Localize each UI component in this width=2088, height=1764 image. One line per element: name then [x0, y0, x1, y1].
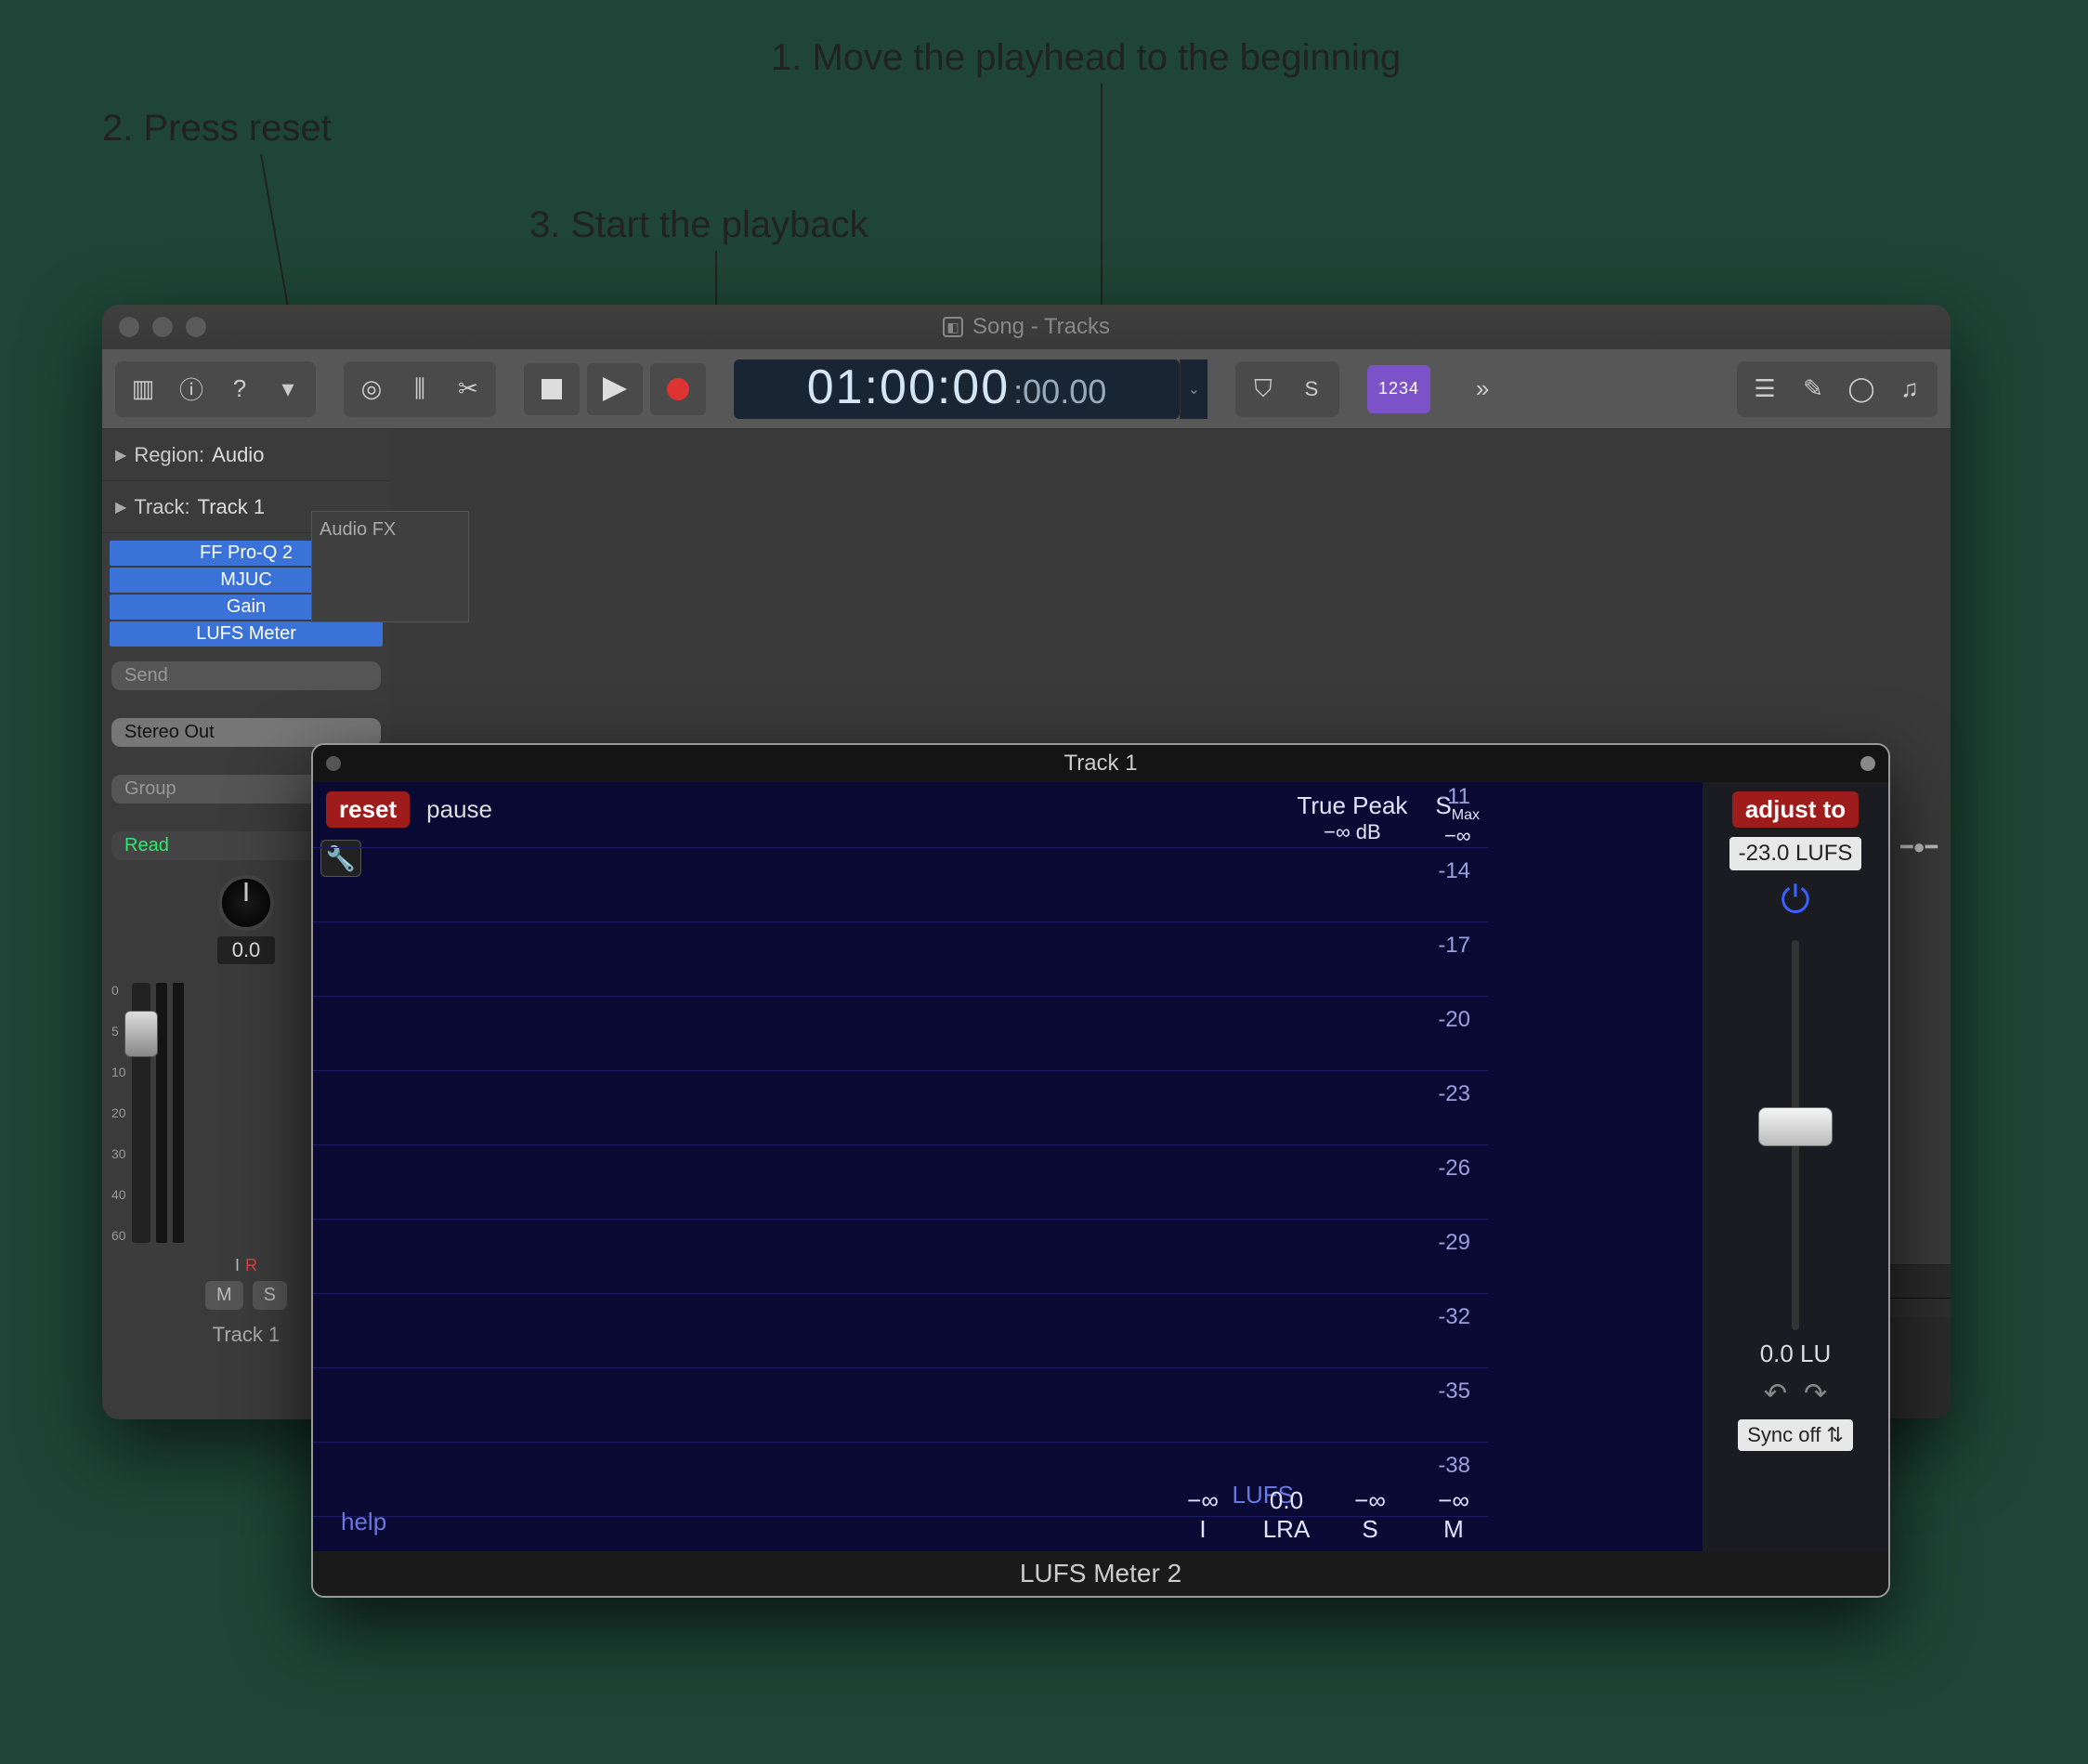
smax-value: −∞ — [1444, 824, 1471, 848]
pan-knob[interactable] — [218, 875, 274, 931]
quick-help-button[interactable]: ? — [215, 365, 264, 413]
library-button[interactable]: ▥ — [119, 365, 167, 413]
redo-button[interactable]: ↷ — [1804, 1378, 1827, 1410]
track-value: Track 1 — [198, 495, 266, 519]
window-title: Song - Tracks — [972, 314, 1110, 340]
mixer-button[interactable]: ⫼ — [396, 365, 444, 413]
window-traffic-lights[interactable] — [102, 317, 206, 337]
track-label: Track: — [134, 495, 189, 519]
plugin-window: Track 1 reset pause 🔧 True Peak −∞ dB S M… — [311, 743, 1890, 1598]
scale-label: -38 — [1438, 1453, 1470, 1479]
lcd-display[interactable]: 01:00:00 :00.00 — [734, 359, 1180, 419]
gain-fader[interactable] — [1758, 940, 1833, 1330]
zoom-slider-2[interactable]: ━●━ — [1900, 835, 1938, 859]
solo-button[interactable]: S — [253, 1281, 287, 1310]
scale-label: -11 — [1440, 784, 1470, 810]
annotation-step3: 3. Start the playback — [529, 204, 868, 246]
adjust-to-button[interactable]: adjust to — [1732, 791, 1859, 828]
play-button[interactable] — [587, 363, 643, 415]
gain-panel: adjust to -23.0 LUFS ⏻ 0.0 LU ↶ ↷ Sync o… — [1703, 782, 1888, 1551]
pause-button[interactable]: pause — [426, 795, 492, 824]
settings-button[interactable]: 🔧 — [320, 840, 361, 877]
smart-controls-button[interactable]: ◎ — [347, 365, 396, 413]
region-header[interactable]: ▶ Region: Audio — [102, 429, 390, 481]
stop-button[interactable] — [524, 363, 580, 415]
document-icon: ◧ — [943, 317, 963, 337]
plugin-drag-dot[interactable] — [1860, 756, 1875, 771]
scale-label: -35 — [1438, 1379, 1470, 1405]
true-peak-value: −∞ dB — [1324, 820, 1381, 844]
momentary-value: −∞ — [1438, 1486, 1469, 1515]
lcd-mode-dropdown[interactable]: ⌄ — [1180, 359, 1207, 419]
sync-dropdown[interactable]: Sync off⇅ — [1738, 1419, 1853, 1451]
disclosure-triangle-icon: ▶ — [115, 446, 126, 464]
list-editors-button[interactable]: ☰ — [1741, 365, 1789, 413]
scale-label: -20 — [1438, 1007, 1470, 1033]
plugin-close-dot[interactable] — [326, 756, 341, 771]
pan-value[interactable]: 0.0 — [217, 936, 276, 964]
zoom-dot[interactable] — [186, 317, 206, 337]
scissors-button[interactable]: ✂ — [444, 365, 492, 413]
annotation-step1: 1. Move the playhead to the beginning — [771, 37, 1401, 79]
lcd-time-sub: :00.00 — [1013, 372, 1106, 412]
lcd-time-main: 01:00:00 — [807, 359, 1010, 415]
solo-mode-button[interactable]: S — [1287, 365, 1336, 413]
disclosure-triangle-icon: ▶ — [115, 498, 126, 516]
record-button[interactable] — [650, 363, 706, 415]
send-slot[interactable]: Send — [111, 661, 381, 690]
scale-label: -29 — [1438, 1230, 1470, 1256]
region-label: Region: — [134, 443, 204, 467]
media-browser-button[interactable]: ♫ — [1886, 365, 1934, 413]
scale-label: -14 — [1438, 858, 1470, 884]
plugin-titlebar[interactable]: Track 1 — [313, 745, 1888, 782]
level-meter — [173, 983, 184, 1243]
plugin-title: Track 1 — [1064, 751, 1137, 777]
reset-button[interactable]: reset — [326, 791, 410, 828]
scale-label: -26 — [1438, 1156, 1470, 1182]
lra-value: 0.0 — [1270, 1486, 1303, 1515]
input-monitor-i[interactable]: I — [235, 1256, 240, 1275]
minimize-dot[interactable] — [152, 317, 173, 337]
inspector-button[interactable]: ⓘ — [167, 365, 215, 413]
loudness-meter-area: reset pause 🔧 True Peak −∞ dB SMax −∞ — [313, 782, 1703, 1551]
short-term-label: S — [1362, 1515, 1377, 1544]
target-loudness-field[interactable]: -23.0 LUFS — [1729, 837, 1862, 870]
audio-fx-slot[interactable]: Audio FX — [311, 511, 469, 622]
scale-label: -32 — [1438, 1304, 1470, 1330]
main-toolbar: ▥ ⓘ ? ▾ ◎ ⫼ ✂ 01:00:00 :00.00 ⌄ ⛉ S 1234… — [102, 349, 1951, 429]
toolbar-dropdown[interactable]: ▾ — [264, 365, 312, 413]
integrated-value: −∞ — [1187, 1486, 1219, 1515]
scale-label: -23 — [1438, 1081, 1470, 1107]
plugin-slot[interactable]: LUFS Meter — [110, 621, 383, 647]
close-dot[interactable] — [119, 317, 139, 337]
plugin-name-footer: LUFS Meter 2 — [313, 1551, 1888, 1596]
lra-label: LRA — [1263, 1515, 1311, 1544]
notepad-button[interactable]: ✎ — [1789, 365, 1837, 413]
power-button[interactable]: ⏻ — [1781, 880, 1810, 921]
scale-label: -17 — [1438, 933, 1470, 959]
help-link[interactable]: help — [341, 1508, 386, 1536]
gain-value: 0.0 LU — [1760, 1339, 1832, 1368]
replace-mode-button[interactable]: ⛉ — [1239, 365, 1287, 413]
integrated-label: I — [1199, 1515, 1206, 1544]
true-peak-label: True Peak — [1297, 791, 1407, 820]
count-in-button[interactable]: 1234 — [1367, 365, 1430, 413]
region-value: Audio — [212, 443, 264, 467]
short-term-value: −∞ — [1354, 1486, 1386, 1515]
undo-button[interactable]: ↶ — [1764, 1378, 1787, 1410]
toolbar-more-button[interactable]: » — [1458, 365, 1507, 413]
titlebar: ◧ Song - Tracks — [102, 305, 1951, 349]
mute-button[interactable]: M — [205, 1281, 243, 1310]
loop-browser-button[interactable]: ◯ — [1837, 365, 1886, 413]
loudness-readouts: −∞I 0.0LRA −∞S −∞M — [1177, 1486, 1480, 1544]
momentary-label: M — [1443, 1515, 1464, 1544]
record-enable-r[interactable]: R — [245, 1256, 257, 1275]
annotation-step2: 2. Press reset — [102, 108, 332, 150]
volume-fader[interactable] — [132, 983, 150, 1243]
